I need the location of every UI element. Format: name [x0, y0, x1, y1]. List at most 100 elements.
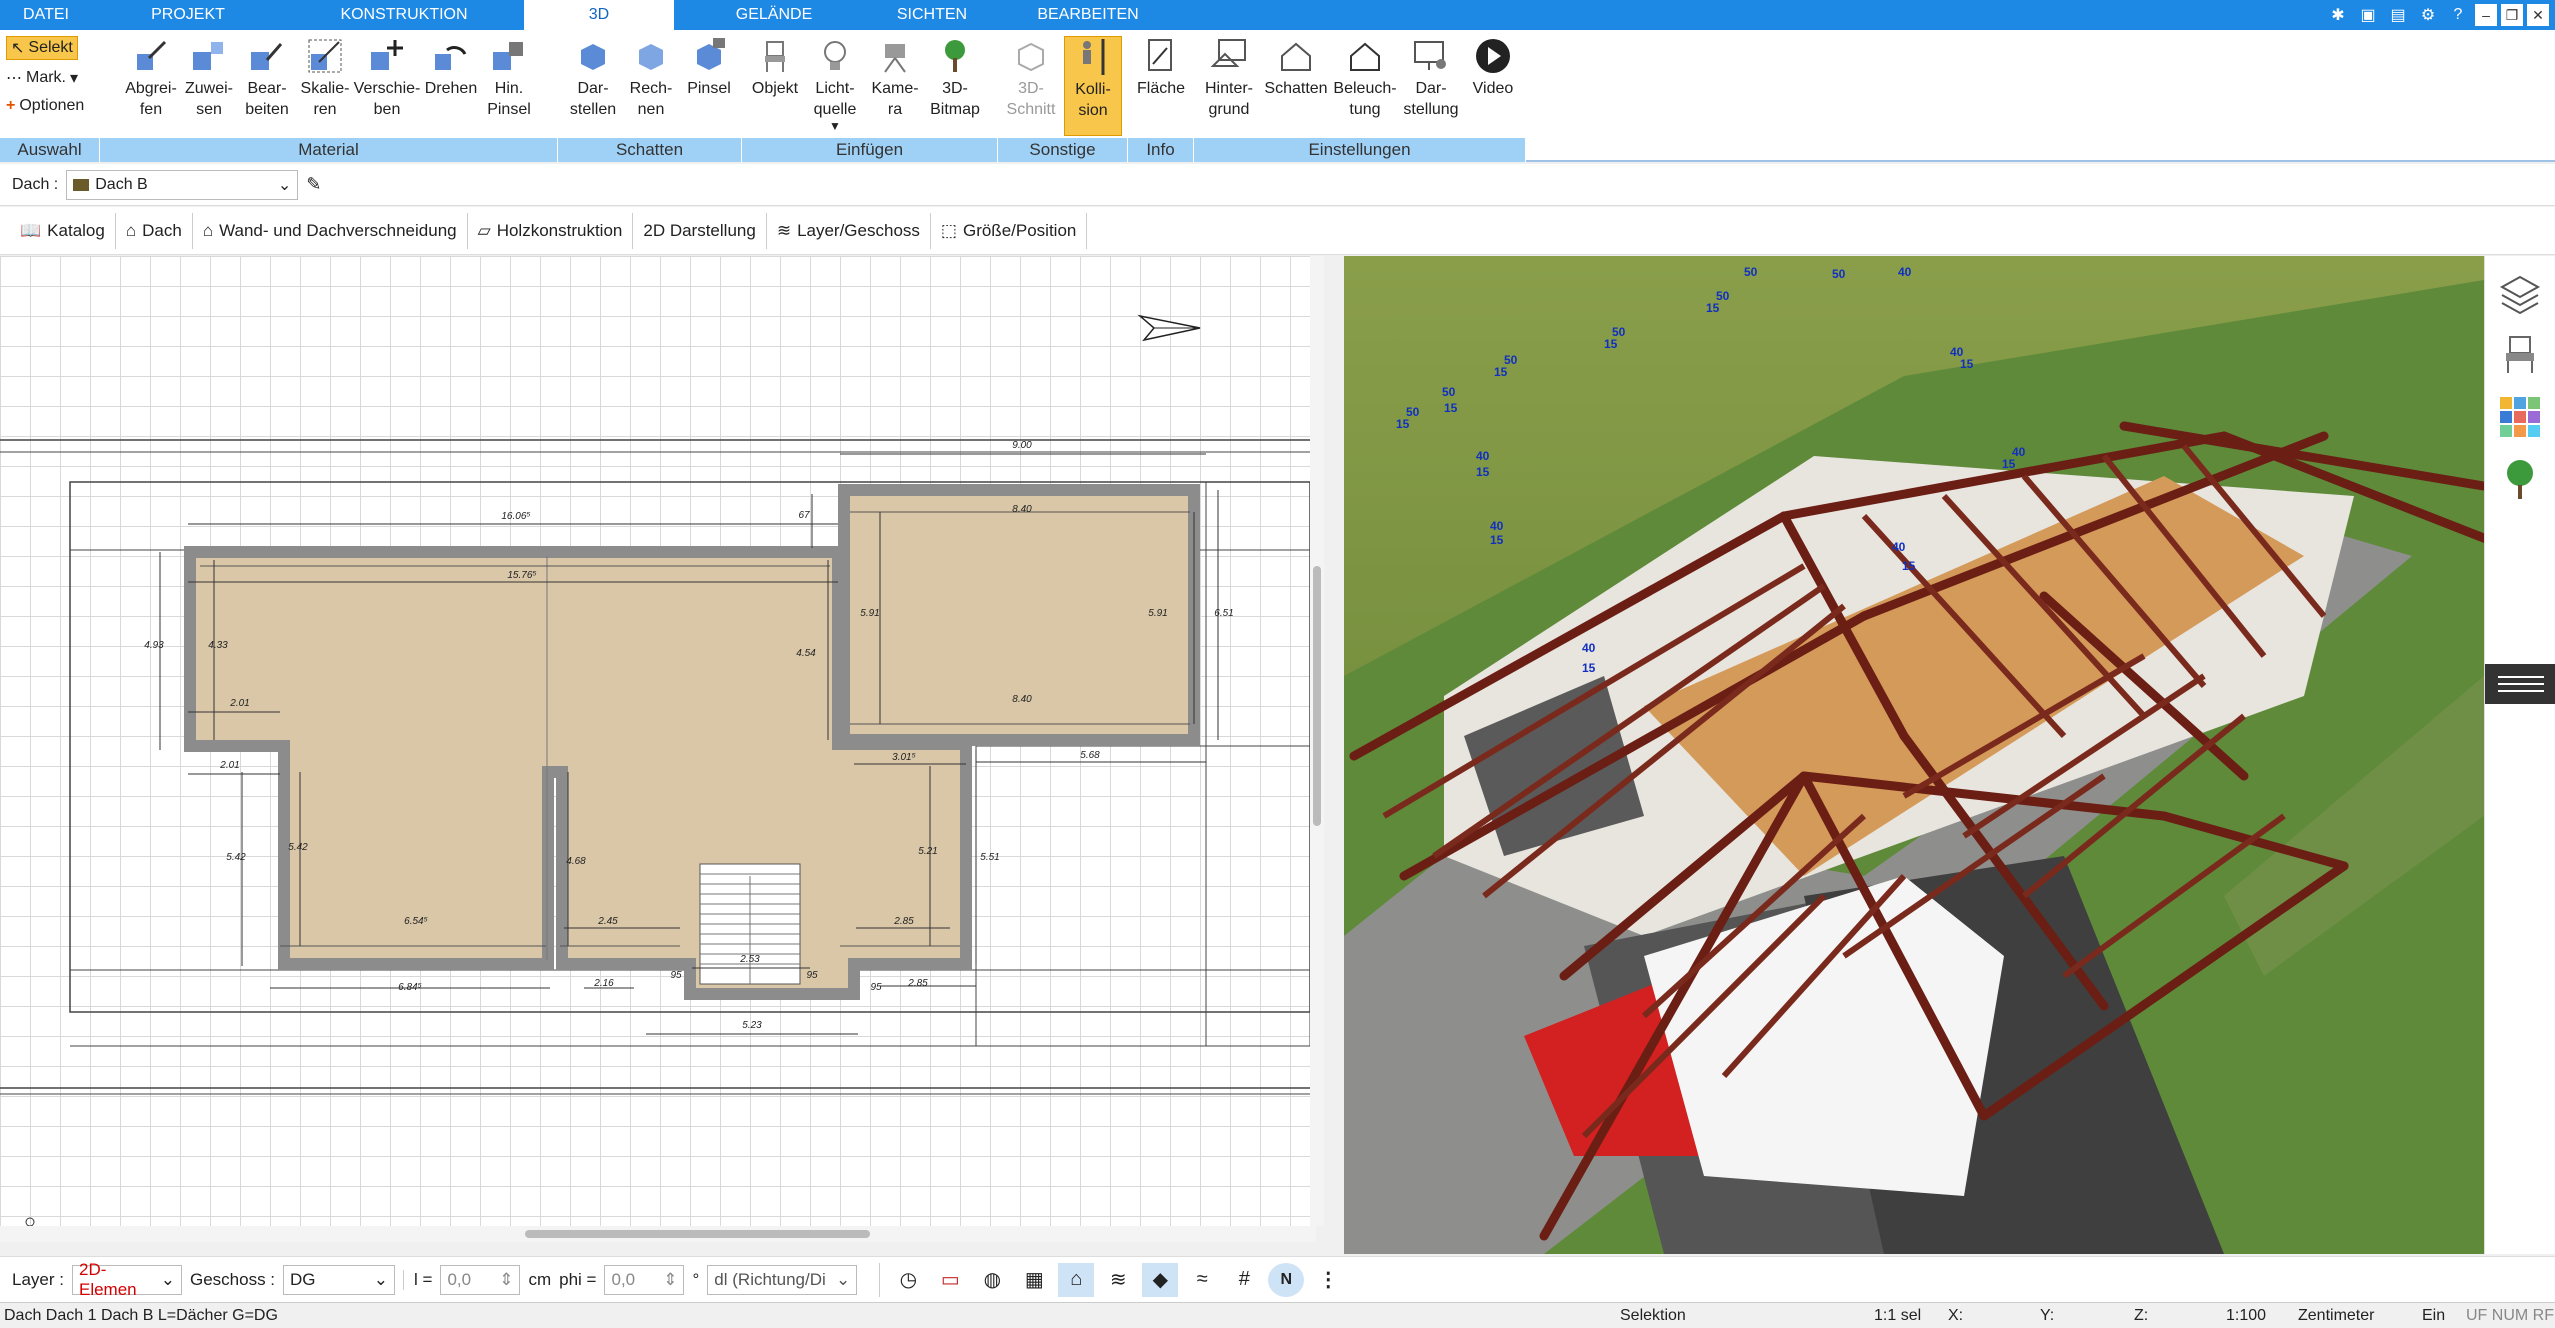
chevron-down-icon: ⌄ — [373, 1269, 389, 1289]
insert-bitmap-button[interactable]: 3D- Bitmap — [926, 36, 984, 136]
mark-button[interactable]: ⋯ Mark. ▾ — [6, 66, 78, 90]
camera-view-icon[interactable]: ◍ — [974, 1263, 1010, 1297]
tab-3d[interactable]: 3D — [524, 0, 674, 30]
cube-brush-icon — [689, 36, 729, 76]
floor-select[interactable]: DG ⌄ — [283, 1264, 396, 1295]
background-button[interactable]: Hinter- grund — [1196, 36, 1262, 136]
size-position-button[interactable]: ⬚ Größe/Position — [931, 212, 1088, 249]
tab-konstruktion[interactable]: KONSTRUKTION — [284, 0, 524, 30]
tab-datei[interactable]: DATEI — [0, 0, 92, 30]
tools-icon[interactable]: ✱ — [2325, 2, 2351, 28]
close-button[interactable]: ✕ — [2527, 4, 2549, 26]
3d-view[interactable]: 50 50 40 50 15 50 15 50 15 50 15 50 15 4… — [1344, 256, 2484, 1254]
collision-button[interactable]: Kolli- sion — [1064, 36, 1122, 136]
status-selection: 1:1 sel — [1874, 1307, 1922, 1324]
floor-plan-2d[interactable]: 9.00 16.06⁵ 15.76⁵ 8.40 8.40 5.91 5.91 6… — [0, 256, 1316, 1226]
stepper-icon[interactable]: ⇕ — [663, 1270, 677, 1290]
edit-material-button[interactable]: Bear- beiten — [238, 36, 296, 136]
layers-panel-button[interactable] — [2495, 268, 2545, 318]
grid-icon[interactable]: # — [1226, 1263, 1262, 1297]
rotate-material-button[interactable]: Drehen — [422, 36, 480, 136]
shadow-brush-button[interactable]: Pinsel — [680, 36, 738, 136]
section-icon — [1011, 36, 1051, 76]
roof-button[interactable]: ⌂ Dach — [116, 212, 193, 249]
dim-label: 67 — [798, 510, 810, 521]
materials-panel-button[interactable] — [2495, 392, 2545, 442]
2d-display-button[interactable]: 2D Darstellung — [633, 212, 767, 249]
select-button[interactable]: ↖ Selekt — [6, 36, 78, 60]
pane-divider[interactable] — [1324, 256, 1344, 1256]
tab-projekt[interactable]: PROJEKT — [92, 0, 284, 30]
3d-dimension-label: 15 — [1396, 417, 1410, 431]
status-unit: Zentimeter — [2298, 1307, 2375, 1324]
minimize-button[interactable]: – — [2475, 4, 2497, 26]
group-label-sonstige: Sonstige — [998, 138, 1128, 162]
video-button[interactable]: Video — [1464, 36, 1522, 136]
clipboard-icon[interactable]: ▣ — [2355, 2, 2381, 28]
dim-label: 8.40 — [1012, 504, 1032, 515]
insert-object-button[interactable]: Objekt — [746, 36, 804, 136]
options-button[interactable]: + Optionen — [6, 94, 84, 118]
scroll-thumb[interactable] — [525, 1230, 870, 1238]
catalog-button[interactable]: 📖 Katalog — [10, 212, 116, 249]
length-input[interactable]: 0,0 ⇕ — [440, 1264, 521, 1295]
pipette-icon — [131, 36, 171, 76]
clock-icon[interactable]: ◷ — [890, 1263, 926, 1297]
dropdown-arrow-icon: ▾ — [70, 70, 79, 87]
status-object-info: Dach Dach 1 Dach B L=Dächer G=DG — [4, 1307, 278, 1324]
timber-construction-button[interactable]: ▱ Holzkonstruktion — [468, 212, 634, 249]
3d-dimension-label: 15 — [1582, 661, 1596, 675]
assign-material-button[interactable]: Zuwei- sen — [180, 36, 238, 136]
layer-select[interactable]: 2D-Elemen ⌄ — [71, 1260, 182, 1299]
monitor-icon[interactable]: ▭ — [932, 1263, 968, 1297]
3d-dimension-label: 15 — [1476, 465, 1490, 479]
dim-label: 4.68 — [566, 856, 586, 867]
restore-button[interactable]: ❐ — [2501, 4, 2523, 26]
plan-vertical-scrollbar[interactable] — [1310, 256, 1324, 1226]
tab-bearbeiten[interactable]: BEARBEITEN — [990, 0, 1186, 30]
roof-view-icon[interactable]: ⌂ — [1058, 1262, 1095, 1297]
north-toggle-icon[interactable]: N — [1268, 1262, 1305, 1297]
dim-label: 15.76⁵ — [507, 570, 536, 581]
stepper-icon[interactable]: ⇕ — [499, 1270, 513, 1290]
move-material-button[interactable]: Verschie- ben — [354, 36, 420, 136]
furniture-panel-button[interactable] — [2495, 330, 2545, 380]
show-shadow-button[interactable]: Dar- stellen — [564, 36, 622, 136]
roof-outline-icon: ⌂ — [125, 220, 137, 240]
pencil-icon[interactable]: ✎ — [306, 174, 321, 195]
layer-view-icon[interactable]: ◆ — [1142, 1262, 1179, 1297]
3d-dimension-label: 40 — [1476, 449, 1490, 463]
dim-label: 3.01⁵ — [892, 752, 916, 763]
compute-shadow-button[interactable]: Rech- nen — [622, 36, 680, 136]
scale-material-button[interactable]: Skalie- ren — [296, 36, 354, 136]
status-mode: Selektion — [1620, 1307, 1686, 1324]
scroll-thumb[interactable] — [1313, 566, 1321, 826]
insert-light-button[interactable]: Licht- quelle ▼ — [806, 36, 864, 136]
insert-camera-button[interactable]: Kame- ra — [866, 36, 924, 136]
grab-material-button[interactable]: Abgrei- fen — [122, 36, 180, 136]
hint-brush-button[interactable]: Hin. Pinsel — [480, 36, 538, 136]
3d-section-button[interactable]: 3D- Schnitt — [1002, 36, 1060, 136]
cube-view-icon[interactable]: ▦ — [1016, 1263, 1052, 1297]
lighting-button[interactable]: Beleuch- tung — [1332, 36, 1398, 136]
shadow-settings-button[interactable]: Schatten — [1262, 36, 1330, 136]
help-icon[interactable]: ? — [2445, 2, 2471, 28]
direction-mode-select[interactable]: dl (Richtung/Di ⌄ — [707, 1264, 858, 1295]
plan-horizontal-scrollbar[interactable] — [0, 1226, 1316, 1242]
phi-input[interactable]: 0,0 ⇕ — [604, 1264, 685, 1295]
settings-icon[interactable]: ⚙ — [2415, 2, 2441, 28]
tab-gelaende[interactable]: GELÄNDE — [674, 0, 874, 30]
dim-label: 5.42 — [226, 852, 246, 863]
window-icon[interactable]: ▤ — [2385, 2, 2411, 28]
display-settings-button[interactable]: Dar- stellung — [1400, 36, 1462, 136]
layer-floor-button[interactable]: ≋ Layer/Geschoss — [767, 212, 931, 249]
tab-sichten[interactable]: SICHTEN — [874, 0, 990, 30]
more-options-icon[interactable]: ⋮ — [1310, 1263, 1346, 1297]
wall-roof-intersection-button[interactable]: ⌂ Wand- und Dachverschneidung — [193, 212, 468, 249]
panel-toggle-button[interactable] — [2485, 664, 2555, 704]
plants-panel-button[interactable] — [2495, 454, 2545, 504]
area-button[interactable]: Fläche — [1132, 36, 1190, 136]
roof-select[interactable]: Dach B ⌄ — [66, 169, 299, 200]
wave-view-icon[interactable]: ≈ — [1184, 1263, 1220, 1297]
texture-view-icon[interactable]: ≋ — [1100, 1263, 1136, 1297]
